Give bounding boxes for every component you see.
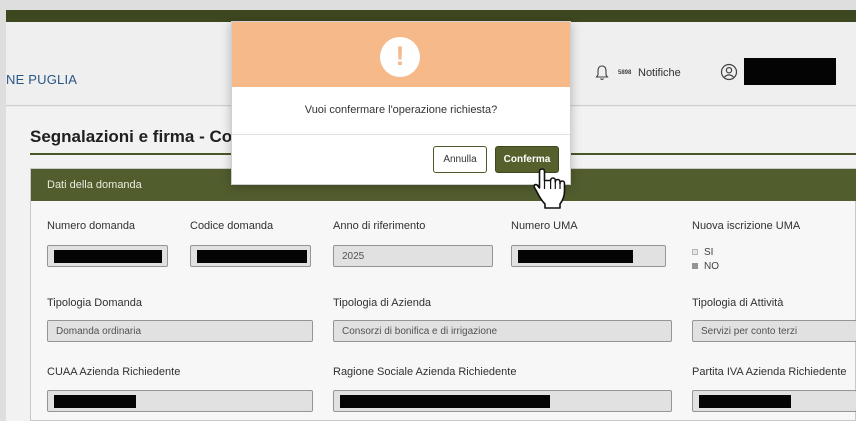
exclamation-symbol: ! [395,41,405,71]
dialog-message: Vuoi confermare l'operazione richiesta? [304,104,498,116]
hand-pointer-cursor-icon [533,168,566,209]
exclamation-icon: ! [380,37,420,77]
dialog-divider [232,134,570,135]
cancel-button[interactable]: Annulla [433,146,487,173]
confirm-dialog: ! Vuoi confermare l'operazione richiesta… [231,21,571,185]
dialog-header: ! [232,22,570,87]
